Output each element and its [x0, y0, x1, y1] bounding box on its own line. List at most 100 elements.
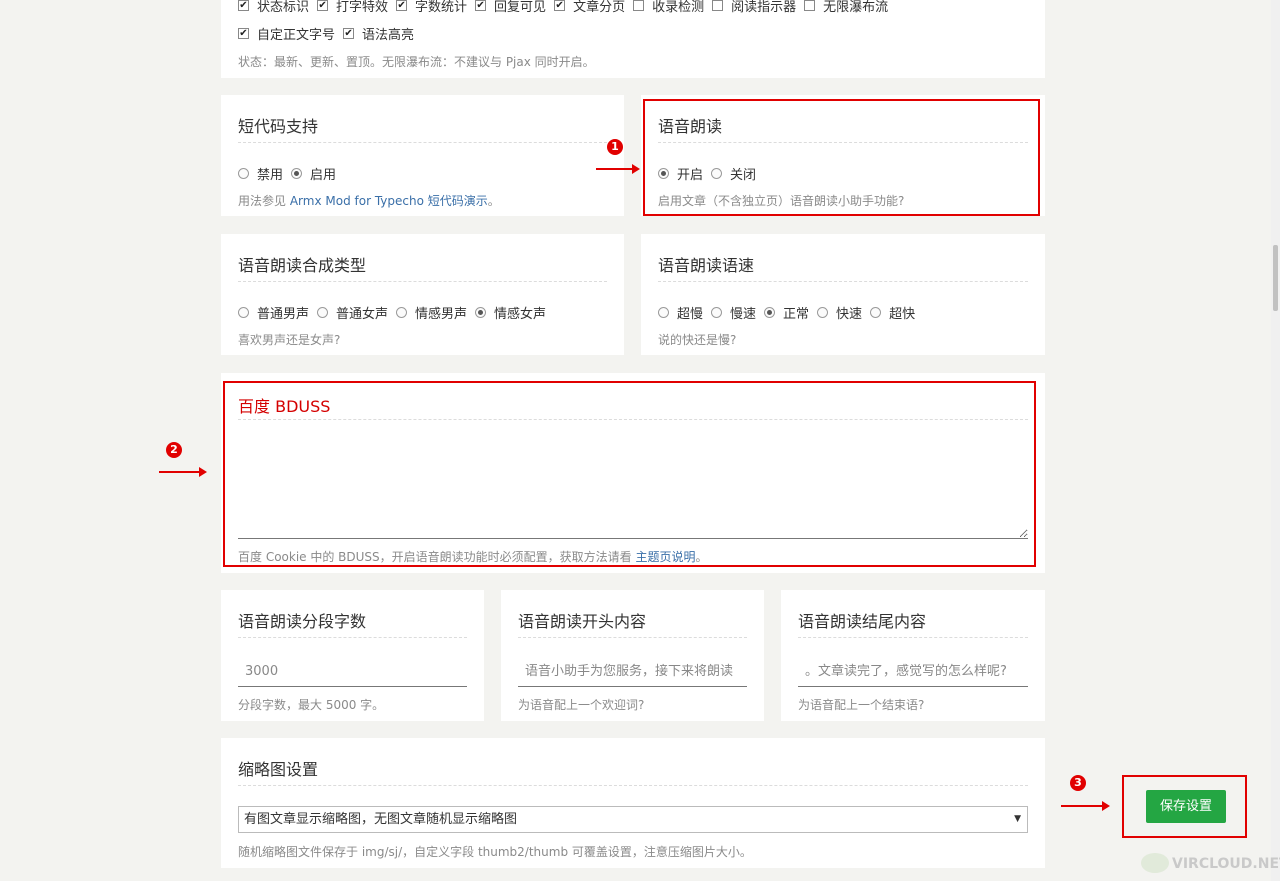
- radio-icon[interactable]: [238, 307, 249, 318]
- shortcode-options: 禁用 启用: [238, 164, 344, 183]
- feature-toggles-card: ✔ 状态标识 ✔ 打字特效 ✔ 字数统计 ✔ 回复可见 ✔ 文章分页 收录检测 阅读指示器…: [221, 0, 1045, 78]
- radio-icon[interactable]: [817, 307, 829, 318]
- annotation-arrow-1: [596, 164, 640, 174]
- option-label: 状态标识: [257, 0, 310, 15]
- option-label: 慢速: [730, 307, 757, 322]
- annotation-arrow-3: [1061, 801, 1110, 811]
- divider: [238, 785, 1028, 786]
- option-label: 普通男声: [257, 307, 310, 322]
- radio-icon[interactable]: [658, 307, 669, 318]
- radio-emotional-male[interactable]: 情感男声: [396, 303, 467, 322]
- toggle-typing-effect[interactable]: ✔ 打字特效: [317, 0, 388, 15]
- thumbnail-card: 缩略图设置 有图文章显示缩略图，无图文章随机显示缩略图 ▼ 随机缩略图文件保存于…: [221, 738, 1045, 868]
- card-title: 短代码支持: [238, 117, 319, 136]
- radio-normal-female[interactable]: 普通女声: [317, 303, 388, 322]
- radio-icon[interactable]: [238, 168, 249, 179]
- option-label: 普通女声: [336, 307, 389, 322]
- feature-toggles-row1: ✔ 状态标识 ✔ 打字特效 ✔ 字数统计 ✔ 回复可见 ✔ 文章分页 收录检测 阅读指示器…: [238, 0, 896, 15]
- shortcode-card: 短代码支持 禁用 启用 用法参见 Armx Mod for Typecho 短代…: [221, 95, 624, 216]
- card-desc: 说的快还是慢?: [658, 333, 737, 347]
- voice-speed-card: 语音朗读语速 超慢 慢速 正常 快速 超快 说的快还是慢?: [641, 234, 1045, 355]
- checkbox-icon[interactable]: ✔: [475, 0, 487, 11]
- option-label: 收录检测: [652, 0, 705, 15]
- card-title: 缩略图设置: [238, 760, 319, 779]
- option-label: 快速: [836, 307, 863, 322]
- select-value: 有图文章显示缩略图，无图文章随机显示缩略图: [244, 812, 518, 827]
- toggle-infinite-waterfall[interactable]: 无限瀑布流: [804, 0, 888, 15]
- option-label: 无限瀑布流: [823, 0, 889, 15]
- radio-slow[interactable]: 慢速: [711, 303, 756, 322]
- radio-icon[interactable]: [291, 168, 303, 179]
- option-label: 禁用: [257, 168, 284, 183]
- option-label: 阅读指示器: [731, 0, 797, 15]
- option-label: 启用: [310, 168, 337, 183]
- toggle-custom-font-size[interactable]: ✔ 自定正文字号: [238, 24, 335, 43]
- checkbox-icon[interactable]: ✔: [238, 0, 249, 11]
- divider: [798, 637, 1028, 638]
- chevron-down-icon: ▼: [1014, 814, 1021, 824]
- toggle-status-badge[interactable]: ✔ 状态标识: [238, 0, 309, 15]
- feature-toggles-desc: 状态：最新、更新、置顶。无限瀑布流：不建议与 Pjax 同时开启。: [238, 55, 595, 69]
- card-title: 语音朗读开头内容: [518, 612, 647, 631]
- checkbox-icon[interactable]: [633, 0, 645, 11]
- ending-card: 语音朗读结尾内容 。文章读完了，感觉写的怎么样呢? 为语音配上一个结束语?: [781, 590, 1045, 721]
- option-label: 自定正文字号: [257, 28, 336, 43]
- toggle-article-paging[interactable]: ✔ 文章分页: [554, 0, 625, 15]
- radio-emotional-female[interactable]: 情感女声: [475, 303, 546, 322]
- highlight-box-save: [1122, 775, 1247, 838]
- toggle-reply-visible[interactable]: ✔ 回复可见: [475, 0, 546, 15]
- checkbox-icon[interactable]: [804, 0, 816, 11]
- opening-card: 语音朗读开头内容 语音小助手为您服务，接下来将朗读 为语音配上一个欢迎词?: [501, 590, 764, 721]
- radio-normal[interactable]: 正常: [764, 303, 809, 322]
- card-desc: 为语音配上一个结束语?: [798, 698, 925, 712]
- card-desc: 为语音配上一个欢迎词?: [518, 698, 645, 712]
- option-label: 情感男声: [415, 307, 468, 322]
- radio-icon[interactable]: [475, 307, 487, 318]
- radio-icon[interactable]: [764, 307, 776, 318]
- shortcode-demo-link[interactable]: Armx Mod for Typecho 短代码演示: [290, 194, 488, 208]
- divider: [238, 637, 467, 638]
- annotation-badge-1: 1: [607, 139, 623, 155]
- radio-enable[interactable]: 启用: [291, 164, 336, 183]
- radio-very-slow[interactable]: 超慢: [658, 303, 703, 322]
- checkbox-icon[interactable]: ✔: [343, 28, 355, 39]
- option-label: 正常: [783, 307, 810, 322]
- segment-input[interactable]: 3000: [238, 659, 467, 687]
- toggle-reading-indicator[interactable]: 阅读指示器: [712, 0, 796, 15]
- option-label: 超慢: [677, 307, 704, 322]
- scrollbar-track[interactable]: [1271, 0, 1280, 881]
- opening-input[interactable]: 语音小助手为您服务，接下来将朗读: [518, 659, 747, 687]
- option-label: 语法高亮: [362, 28, 415, 43]
- divider: [238, 281, 607, 282]
- checkbox-icon[interactable]: ✔: [317, 0, 329, 11]
- radio-very-fast[interactable]: 超快: [870, 303, 915, 322]
- desc-text: 。: [487, 194, 500, 208]
- checkbox-icon[interactable]: ✔: [396, 0, 408, 11]
- thumbnail-select[interactable]: 有图文章显示缩略图，无图文章随机显示缩略图 ▼: [238, 806, 1028, 833]
- option-label: 情感女声: [494, 307, 547, 322]
- option-label: 超快: [889, 307, 916, 322]
- checkbox-icon[interactable]: ✔: [554, 0, 566, 11]
- segment-card: 语音朗读分段字数 3000 分段字数，最大 5000 字。: [221, 590, 484, 721]
- watermark-logo-icon: [1141, 853, 1169, 873]
- radio-icon[interactable]: [870, 307, 882, 318]
- radio-normal-male[interactable]: 普通男声: [238, 303, 309, 322]
- radio-icon[interactable]: [317, 307, 329, 318]
- radio-fast[interactable]: 快速: [817, 303, 862, 322]
- watermark-text: VIRCLOUD.NET: [1172, 856, 1280, 872]
- radio-icon[interactable]: [396, 307, 408, 318]
- voice-type-card: 语音朗读合成类型 普通男声 普通女声 情感男声 情感女声 喜欢男声还是女声?: [221, 234, 624, 355]
- checkbox-icon[interactable]: [712, 0, 724, 11]
- toggle-syntax-highlight[interactable]: ✔ 语法高亮: [343, 24, 414, 43]
- annotation-arrow-2: [159, 467, 207, 477]
- ending-input[interactable]: 。文章读完了，感觉写的怎么样呢?: [798, 659, 1028, 687]
- scrollbar-thumb[interactable]: [1273, 245, 1278, 311]
- card-title: 语音朗读合成类型: [238, 256, 367, 275]
- checkbox-icon[interactable]: ✔: [238, 28, 249, 39]
- radio-icon[interactable]: [711, 307, 723, 318]
- radio-disable[interactable]: 禁用: [238, 164, 283, 183]
- toggle-index-check[interactable]: 收录检测: [633, 0, 704, 15]
- toggle-word-count[interactable]: ✔ 字数统计: [396, 0, 467, 15]
- card-title: 语音朗读分段字数: [238, 612, 367, 631]
- annotation-badge-2: 2: [166, 442, 182, 458]
